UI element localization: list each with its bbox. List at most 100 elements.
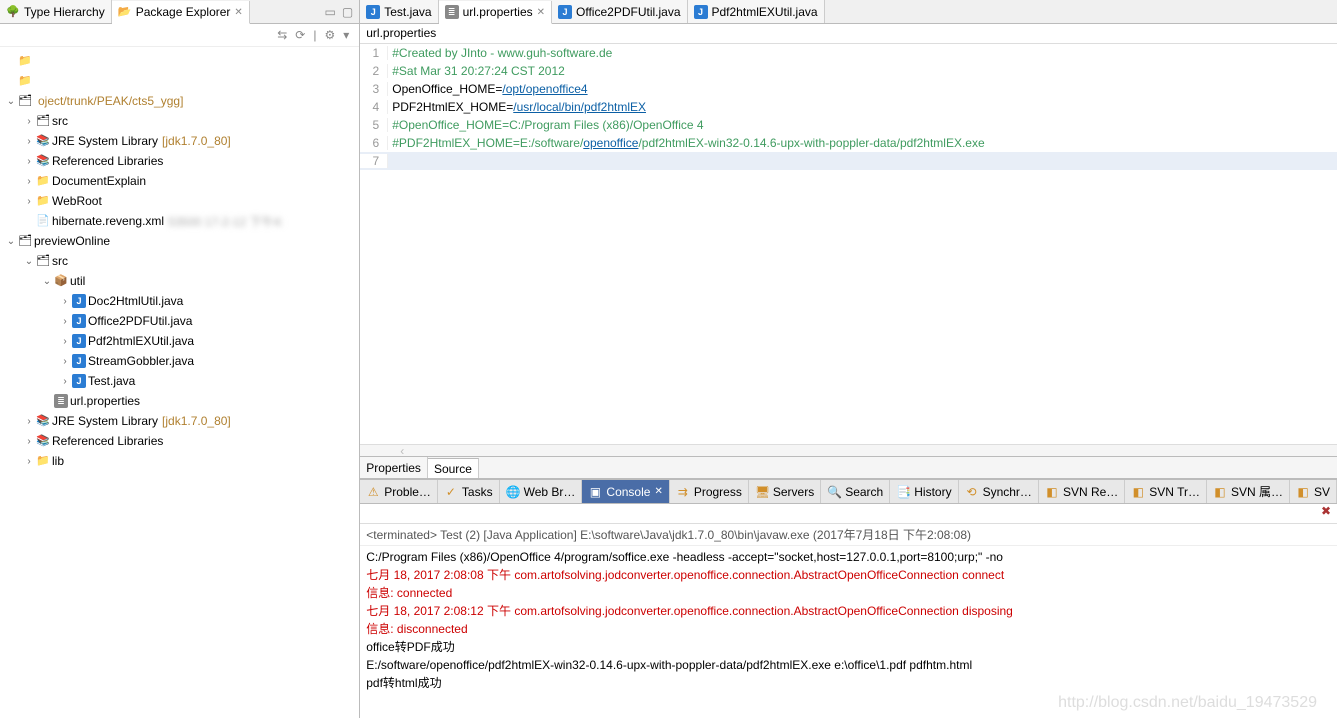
editor-source-tab[interactable]: Properties <box>360 457 428 478</box>
tree-item[interactable]: ›📚JRE System Library[jdk1.7.0_80] <box>0 131 359 151</box>
console-output[interactable]: C:/Program Files (x86)/OpenOffice 4/prog… <box>360 546 1337 718</box>
twisty-icon[interactable]: › <box>58 316 72 327</box>
maximize-icon[interactable]: ▢ <box>342 5 353 19</box>
view-icon: ◧ <box>1296 485 1310 499</box>
view-tab[interactable]: 🌐Web Br… <box>500 480 583 503</box>
code-line[interactable]: 3OpenOffice_HOME=/opt/openoffice4 <box>360 80 1337 98</box>
view-icon: 📑 <box>896 485 910 499</box>
view-tab[interactable]: ◧SVN 属… <box>1207 480 1290 503</box>
toolbar-icon[interactable]: ▾ <box>343 28 349 42</box>
twisty-icon[interactable]: › <box>22 116 36 127</box>
tree-item[interactable]: ›JOffice2PDFUtil.java <box>0 311 359 331</box>
left-tab-package-explorer[interactable]: 📂Package Explorer✕ <box>112 1 250 24</box>
view-tab[interactable]: ◧SVN Re… <box>1039 480 1125 503</box>
editor-tab[interactable]: JOffice2PDFUtil.java <box>552 0 687 23</box>
tree-item[interactable]: ›📁lib <box>0 451 359 471</box>
view-tab[interactable]: ✓Tasks <box>438 480 500 503</box>
tree-item[interactable]: ›JDoc2HtmlUtil.java <box>0 291 359 311</box>
close-icon[interactable]: ✕ <box>654 486 662 497</box>
tree-item[interactable]: 📄hibernate.reveng.xml53500 17-2-12 下午4: <box>0 211 359 231</box>
close-icon[interactable]: ✕ <box>537 7 545 18</box>
editor-tab[interactable]: ≣url.properties✕ <box>439 1 552 24</box>
tree-item[interactable]: ⌄🗂previewOnline <box>0 231 359 251</box>
tree-item[interactable]: ⌄🗂src <box>0 251 359 271</box>
editor-tab[interactable]: JTest.java <box>360 0 438 23</box>
folder-icon: 📄 <box>36 214 50 228</box>
tree-item[interactable]: ›📚Referenced Libraries <box>0 431 359 451</box>
view-tab[interactable]: 📑History <box>890 480 958 503</box>
twisty-icon[interactable]: › <box>22 156 36 167</box>
editor-tab[interactable]: JPdf2htmlEXUtil.java <box>688 0 825 23</box>
code-line[interactable]: 7 <box>360 152 1337 170</box>
left-tab-type-hierarchy[interactable]: 🌳Type Hierarchy <box>0 0 112 23</box>
tree-label: Test.java <box>88 374 135 388</box>
toolbar-icon[interactable]: | <box>313 28 316 42</box>
view-tab[interactable]: ◧SV <box>1290 480 1337 503</box>
terminate-icon[interactable]: ✖ <box>1321 504 1331 523</box>
folder-icon: 📚 <box>36 434 50 448</box>
tree-item[interactable]: ›🗂src <box>0 111 359 131</box>
editor-breadcrumb[interactable]: url.properties <box>360 24 1337 44</box>
view-tab[interactable]: ⟲Synchr… <box>959 480 1039 503</box>
twisty-icon[interactable]: › <box>22 416 36 427</box>
tree-item[interactable]: ›JStreamGobbler.java <box>0 351 359 371</box>
editor-source-tab[interactable]: Source <box>428 458 479 478</box>
twisty-icon[interactable]: ⌄ <box>4 236 18 247</box>
line-number: 4 <box>360 100 388 114</box>
tree-item[interactable]: ›📚JRE System Library[jdk1.7.0_80] <box>0 411 359 431</box>
view-label: Tasks <box>462 485 493 499</box>
code-line[interactable]: 4PDF2HtmlEX_HOME=/usr/local/bin/pdf2html… <box>360 98 1337 116</box>
tree-item[interactable]: ≣url.properties <box>0 391 359 411</box>
twisty-icon[interactable]: › <box>58 296 72 307</box>
twisty-icon[interactable]: › <box>22 196 36 207</box>
twisty-icon[interactable]: › <box>58 356 72 367</box>
console-line: office转PDF成功 <box>366 638 1331 656</box>
view-tab[interactable]: 🔍Search <box>821 480 890 503</box>
code-line[interactable]: 6#PDF2HtmlEX_HOME=E:/software/openoffice… <box>360 134 1337 152</box>
tab-icon: 📂 <box>118 5 132 19</box>
twisty-icon[interactable]: ⌄ <box>4 96 18 107</box>
twisty-icon[interactable]: › <box>22 176 36 187</box>
code-line[interactable]: 5#OpenOffice_HOME=C:/Program Files (x86)… <box>360 116 1337 134</box>
tree-item[interactable]: 📁 <box>0 71 359 91</box>
close-icon[interactable]: ✕ <box>234 7 242 18</box>
view-tab[interactable]: ⚠Proble… <box>360 480 438 503</box>
view-tab[interactable]: ⇉Progress <box>670 480 749 503</box>
tree-item[interactable]: ⌄📦util <box>0 271 359 291</box>
tree-item[interactable]: ›📁DocumentExplain <box>0 171 359 191</box>
minimize-icon[interactable]: ▭ <box>325 5 336 19</box>
twisty-icon[interactable]: ⌄ <box>22 256 36 267</box>
code-line[interactable]: 2#Sat Mar 31 20:27:24 CST 2012 <box>360 62 1337 80</box>
folder-icon: 📚 <box>36 154 50 168</box>
tree-label: JRE System Library <box>52 134 158 148</box>
tree-item[interactable]: ›JTest.java <box>0 371 359 391</box>
view-tab[interactable]: ◧SVN Tr… <box>1125 480 1207 503</box>
tree-item[interactable]: ⌄🗂oject/trunk/PEAK/cts5_ygg] <box>0 91 359 111</box>
twisty-icon[interactable]: › <box>22 456 36 467</box>
twisty-icon[interactable]: › <box>22 136 36 147</box>
twisty-icon[interactable]: › <box>58 376 72 387</box>
tree-item[interactable]: ›📁WebRoot <box>0 191 359 211</box>
toolbar-icon[interactable]: ⚙ <box>324 28 335 42</box>
view-tab[interactable]: 🖥Servers <box>749 480 821 503</box>
toolbar-icon[interactable]: ⟳ <box>295 28 305 42</box>
twisty-icon[interactable]: › <box>22 436 36 447</box>
line-number: 2 <box>360 64 388 78</box>
view-tab[interactable]: ▣Console✕ <box>582 480 669 503</box>
code-line[interactable]: 1#Created by JInto - www.guh-software.de <box>360 44 1337 62</box>
tree-item[interactable]: ›JPdf2htmlEXUtil.java <box>0 331 359 351</box>
tree-item[interactable]: ›📚Referenced Libraries <box>0 151 359 171</box>
editor-horizontal-scroll[interactable]: ‹ <box>360 444 1337 456</box>
twisty-icon[interactable]: › <box>58 336 72 347</box>
code-editor[interactable]: 1#Created by JInto - www.guh-software.de… <box>360 44 1337 444</box>
twisty-icon[interactable]: ⌄ <box>40 276 54 287</box>
editor-tab-bar: JTest.java≣url.properties✕JOffice2PDFUti… <box>360 0 1337 24</box>
toolbar-icon[interactable]: ⇆ <box>277 28 287 42</box>
tree-label: JRE System Library <box>52 414 158 428</box>
folder-icon: 📚 <box>36 134 50 148</box>
console-line: C:/Program Files (x86)/OpenOffice 4/prog… <box>366 548 1331 566</box>
package-explorer-tree[interactable]: 📁📁⌄🗂oject/trunk/PEAK/cts5_ygg]›🗂src›📚JRE… <box>0 47 359 718</box>
tree-item[interactable]: 📁 <box>0 51 359 71</box>
tree-label: hibernate.reveng.xml <box>52 214 164 228</box>
folder-icon: 🗂 <box>18 234 32 248</box>
